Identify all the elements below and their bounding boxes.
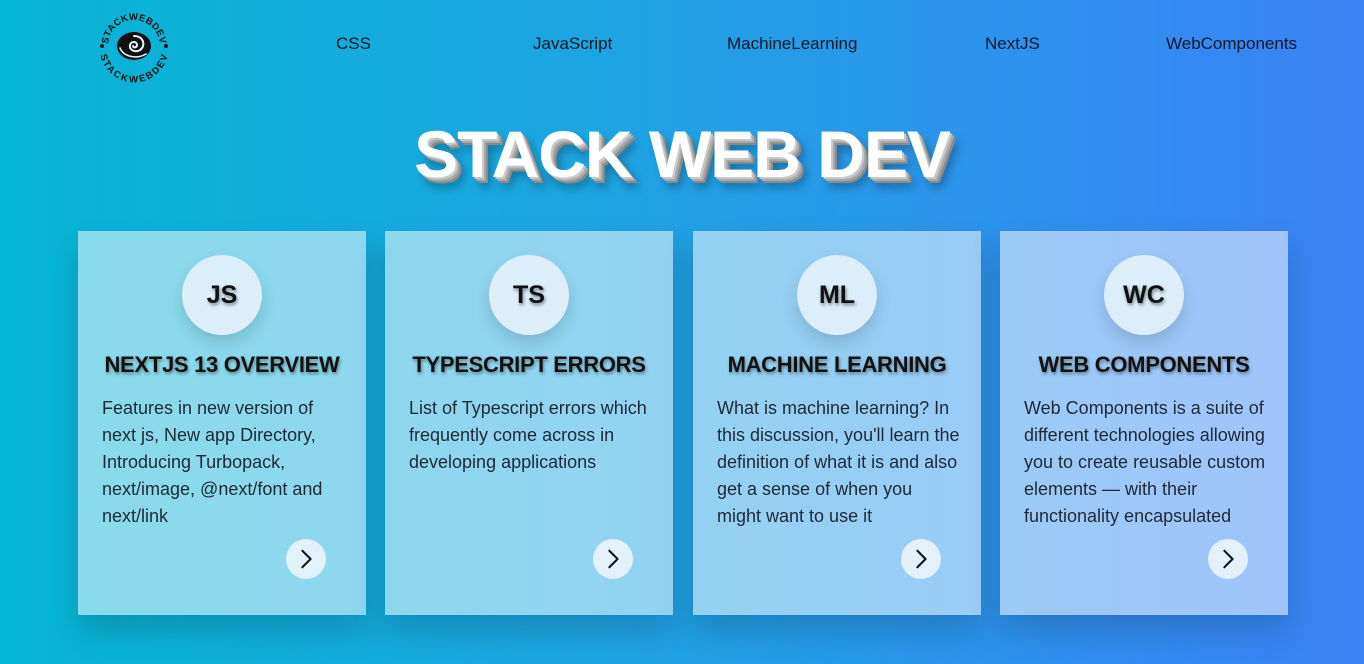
card-nextjs: JS NEXTJS 13 OVERVIEW Features in new ve… — [78, 231, 366, 615]
card-title: TYPESCRIPT ERRORS — [412, 352, 646, 377]
card-open-button[interactable] — [286, 539, 326, 579]
card-web-components: WC WEB COMPONENTS Web Components is a su… — [1000, 231, 1288, 615]
card-machine-learning: ML MACHINE LEARNING What is machine lear… — [693, 231, 981, 615]
main-nav: CSS JavaScript MachineLearning NextJS We… — [0, 0, 1364, 88]
card-description: List of Typescript errors which frequent… — [409, 398, 647, 472]
chevron-right-icon — [916, 549, 927, 569]
nav-link-webcomponents[interactable]: WebComponents — [1166, 34, 1297, 54]
chevron-right-icon — [1223, 549, 1234, 569]
page-title: STACK WEB DEV — [414, 117, 951, 191]
chevron-right-icon — [608, 549, 619, 569]
card-badge: TS — [489, 255, 569, 335]
nav-link-css[interactable]: CSS — [336, 34, 371, 54]
nav-link-javascript[interactable]: JavaScript — [533, 34, 612, 54]
card-open-button[interactable] — [1208, 539, 1248, 579]
card-title: MACHINE LEARNING — [727, 352, 947, 377]
card-description: Features in new version of next js, New … — [102, 398, 323, 526]
nav-link-machinelearning[interactable]: MachineLearning — [727, 34, 857, 54]
card-open-button[interactable] — [901, 539, 941, 579]
nav-link-nextjs[interactable]: NextJS — [985, 34, 1040, 54]
card-badge: JS — [182, 255, 262, 335]
card-description: What is machine learning? In this discus… — [717, 398, 960, 526]
card-badge: WC — [1104, 255, 1184, 335]
card-title: NEXTJS 13 OVERVIEW — [104, 352, 340, 377]
card-title: WEB COMPONENTS — [1038, 352, 1250, 377]
card-badge: ML — [797, 255, 877, 335]
card-typescript: TS TYPESCRIPT ERRORS List of Typescript … — [385, 231, 673, 615]
card-open-button[interactable] — [593, 539, 633, 579]
card-description: Web Components is a suite of different t… — [1024, 398, 1266, 526]
chevron-right-icon — [301, 549, 312, 569]
